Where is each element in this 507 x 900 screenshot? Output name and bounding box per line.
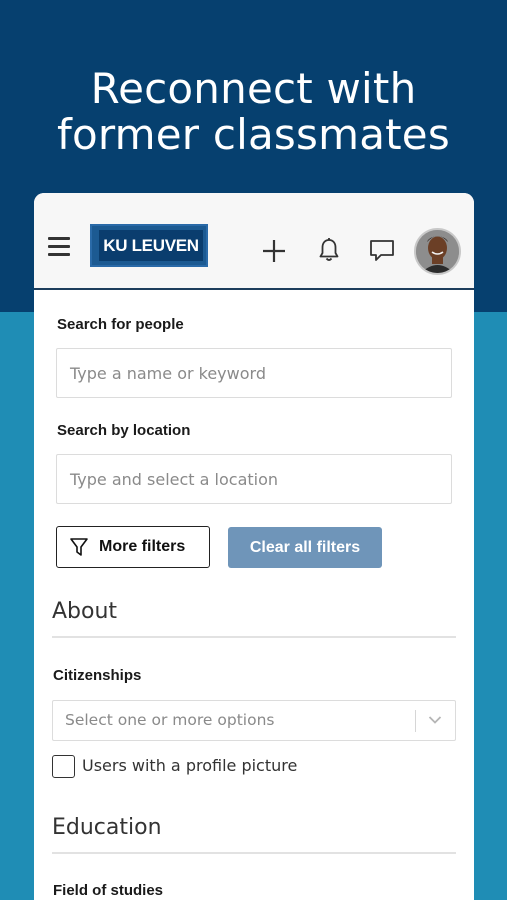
plus-icon[interactable] (262, 239, 286, 263)
about-divider (52, 636, 456, 638)
filter-funnel-icon (70, 538, 88, 556)
field-of-studies-label: Field of studies (53, 882, 164, 899)
headline-line-1: Reconnect with (90, 64, 417, 113)
more-filters-button[interactable]: More filters (56, 526, 210, 568)
clear-all-filters-button[interactable]: Clear all filters (228, 527, 382, 568)
avatar[interactable] (414, 228, 461, 275)
chevron-down-icon[interactable] (428, 715, 442, 725)
people-search-input[interactable]: Type a name or keyword (56, 348, 452, 398)
bell-icon[interactable] (317, 237, 341, 263)
search-people-label: Search for people (57, 316, 184, 333)
chat-bubble-icon[interactable] (369, 238, 395, 262)
citizenships-placeholder: Select one or more options (65, 711, 275, 729)
hamburger-menu-icon[interactable] (48, 237, 70, 256)
people-search-placeholder: Type a name or keyword (70, 363, 266, 383)
logo-text: KU LEUVEN (99, 230, 203, 261)
promo-headline: Reconnect with former classmates (0, 66, 507, 158)
location-search-placeholder: Type and select a location (70, 469, 279, 489)
citizenships-select[interactable]: Select one or more options (52, 700, 456, 741)
location-search-input[interactable]: Type and select a location (56, 454, 452, 504)
profile-picture-checkbox-label[interactable]: Users with a profile picture (82, 756, 297, 775)
app-screen: KU LEUVEN Search for people Type a name (34, 193, 474, 900)
headline-line-2: former classmates (57, 110, 450, 159)
search-location-label: Search by location (57, 422, 191, 439)
education-divider (52, 852, 456, 854)
more-filters-label: More filters (99, 538, 186, 555)
ku-leuven-logo[interactable]: KU LEUVEN (90, 224, 208, 267)
citizenships-label: Citizenships (53, 667, 142, 684)
clear-all-filters-label: Clear all filters (249, 538, 361, 556)
about-section-title: About (52, 599, 118, 624)
select-separator (415, 710, 416, 732)
app-header: KU LEUVEN (34, 193, 474, 290)
profile-picture-checkbox[interactable] (52, 755, 75, 778)
education-section-title: Education (52, 815, 162, 840)
